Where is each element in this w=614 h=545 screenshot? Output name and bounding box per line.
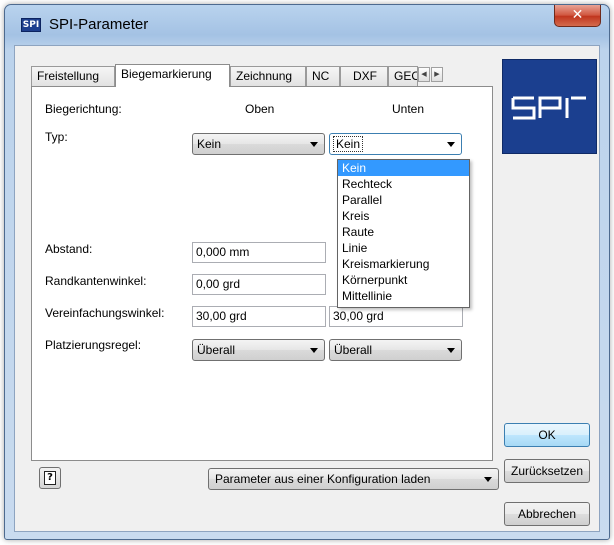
type-top-select[interactable]: Kein xyxy=(192,133,325,155)
type-top-value: Kein xyxy=(197,137,222,151)
tab-biegemarkierung[interactable]: Biegemarkierung xyxy=(115,64,230,87)
tab-scroll-right-icon[interactable]: ▶ xyxy=(431,67,443,82)
placement-rule-label: Platzierungsregel: xyxy=(45,338,142,352)
type-bottom-value: Kein xyxy=(332,136,364,152)
dropdown-option[interactable]: Raute xyxy=(338,224,469,240)
title-bar[interactable]: SPI SPI-Parameter ✕ xyxy=(5,5,609,45)
help-button[interactable]: ? xyxy=(39,467,61,489)
column-header-top: Oben xyxy=(245,102,275,116)
chevron-down-icon xyxy=(310,348,318,353)
dropdown-option[interactable]: Kein xyxy=(338,160,469,176)
distance-label: Abstand: xyxy=(45,242,93,256)
dropdown-option[interactable]: Mittellinie xyxy=(338,288,469,304)
placement-top-select[interactable]: Überall xyxy=(192,339,325,361)
edge-angle-label: Randkantenwinkel: xyxy=(45,274,147,288)
simplify-angle-label: Vereinfachungswinkel: xyxy=(45,306,165,320)
window-title: SPI-Parameter xyxy=(49,16,149,33)
dropdown-option[interactable]: Parallel xyxy=(338,192,469,208)
spi-logo-graphic xyxy=(511,96,586,120)
chevron-down-icon xyxy=(447,348,455,353)
simplify-angle-bottom-input[interactable]: 30,00 grd xyxy=(329,306,463,327)
dropdown-option[interactable]: Kreis xyxy=(338,208,469,224)
tab-geo[interactable]: GEO xyxy=(388,66,418,86)
simplify-angle-top-input[interactable]: 30,00 grd xyxy=(192,306,326,327)
edge-angle-top-input[interactable]: 0,00 grd xyxy=(192,274,326,295)
reset-button[interactable]: Zurücksetzen xyxy=(504,459,590,483)
load-config-select[interactable]: Parameter aus einer Konfiguration laden xyxy=(208,468,499,490)
dropdown-option[interactable]: Kreismarkierung xyxy=(338,256,469,272)
type-dropdown-list[interactable]: Kein Rechteck Parallel Kreis Raute Linie… xyxy=(337,159,470,308)
tab-zeichnung[interactable]: Zeichnung xyxy=(230,66,306,86)
tab-nc[interactable]: NC xyxy=(306,66,340,86)
column-header-bottom: Unten xyxy=(392,102,425,116)
chevron-down-icon xyxy=(447,142,455,147)
tab-freistellung[interactable]: Freistellung xyxy=(31,66,115,86)
tab-strip: Freistellung Biegemarkierung Zeichnung N… xyxy=(31,64,501,87)
close-button[interactable]: ✕ xyxy=(554,5,601,27)
chevron-down-icon xyxy=(310,142,318,147)
help-icon: ? xyxy=(44,471,56,485)
dropdown-option[interactable]: Linie xyxy=(338,240,469,256)
placement-top-value: Überall xyxy=(197,343,236,357)
chevron-down-icon xyxy=(484,477,492,482)
app-icon: SPI xyxy=(21,18,41,32)
ok-button[interactable]: OK xyxy=(504,423,590,447)
spi-logo xyxy=(502,59,597,154)
distance-top-input[interactable]: 0,000 mm xyxy=(192,242,326,263)
placement-bottom-select[interactable]: Überall xyxy=(329,339,462,361)
dropdown-option[interactable]: Rechteck xyxy=(338,176,469,192)
dropdown-option[interactable]: Körnerpunkt xyxy=(338,272,469,288)
placement-bottom-value: Überall xyxy=(334,343,373,357)
cancel-button[interactable]: Abbrechen xyxy=(504,502,590,526)
dialog-client-area: Freistellung Biegemarkierung Zeichnung N… xyxy=(14,45,600,532)
direction-label: Biegerichtung: xyxy=(45,102,122,116)
type-label: Typ: xyxy=(45,130,68,144)
tab-dxf[interactable]: DXF xyxy=(340,66,388,86)
tab-scroll-left-icon[interactable]: ◀ xyxy=(418,67,430,82)
type-bottom-select[interactable]: Kein xyxy=(329,133,462,155)
load-config-label: Parameter aus einer Konfiguration laden xyxy=(215,472,431,486)
dialog-window: SPI SPI-Parameter ✕ Freistellung Biegema… xyxy=(4,4,610,540)
